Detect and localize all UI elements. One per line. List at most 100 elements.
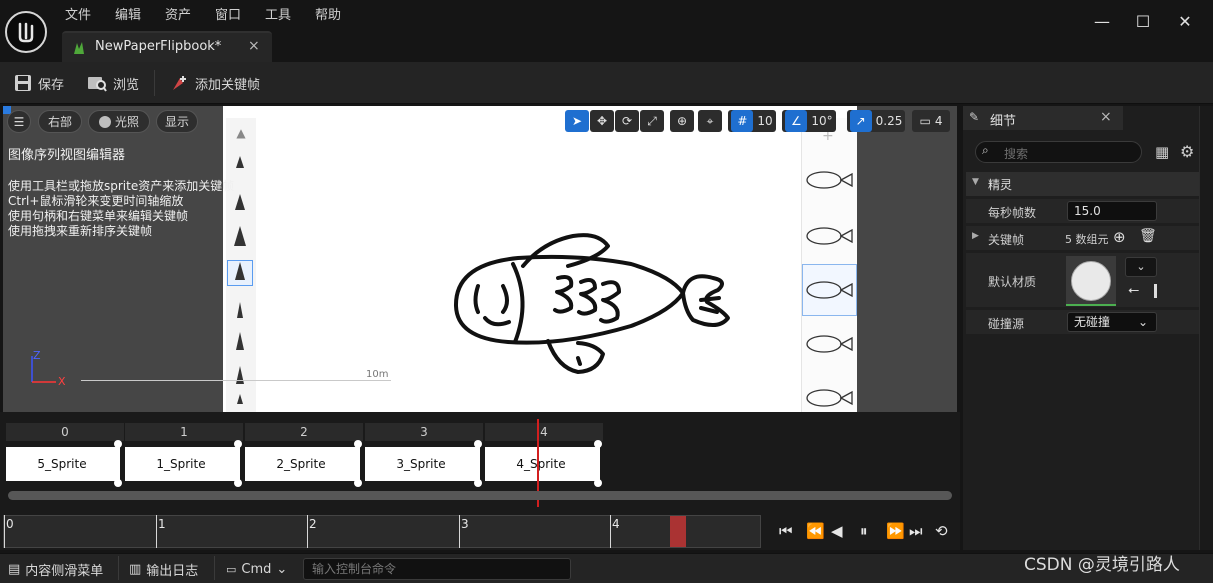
strip-up-arrow-icon: ▲ [236,126,246,140]
add-element-icon[interactable]: ⊕ [1113,228,1126,246]
keyframe-sprite[interactable]: 4_Sprite [485,447,597,481]
fps-input[interactable]: 15.0 [1067,201,1157,221]
axis-z-label: Z [33,349,41,362]
browse-button[interactable]: 浏览 [87,70,139,96]
viewport-title: 图像序列视图编辑器 [8,148,126,163]
expand-arrow-icon[interactable]: ▶ [972,231,979,241]
status-divider [214,556,215,580]
content-drawer-button[interactable]: ▤ 内容侧滑菜单 [8,558,103,580]
rotation-snap-button[interactable]: ∠ 10° [782,110,836,132]
maximize-button[interactable]: ☐ [1129,8,1157,34]
rotate-tool-button[interactable]: ⟳ [615,110,639,132]
rotate-icon: ⟳ [621,114,633,128]
jump-to-start-icon[interactable]: ⏮ [779,522,793,540]
browse-label: 浏览 [113,77,140,93]
menu-edit[interactable]: 编辑 [115,6,141,26]
grid-snap-value: 10 [757,114,773,128]
keyframe-sprite[interactable]: 2_Sprite [245,447,357,481]
use-selected-icon[interactable]: ⭠ [1128,282,1139,298]
loop-icon[interactable]: ⟲ [935,522,948,540]
keyframe-sprite[interactable]: 3_Sprite [365,447,477,481]
grid-icon: # [731,110,754,132]
keyframe-sprite[interactable]: 1_Sprite [125,447,237,481]
keyframe-resize-handle[interactable] [234,440,242,487]
play-reverse-icon[interactable]: ◀ [831,522,843,540]
table-view-icon[interactable]: ▦ [1155,143,1169,161]
sprite-strip-left[interactable]: ▲ [226,118,256,412]
surface-snap-button[interactable]: ⌖ [698,110,722,132]
ruler-tick [610,515,611,548]
console-command-input[interactable]: 输入控制台命令 [303,558,571,580]
scale-tool-button[interactable]: ⤢ [640,110,664,132]
view-right-button[interactable]: 右部 [38,110,82,133]
browse-asset-icon[interactable] [1154,284,1157,298]
scale-snap-icon: ↗ [849,110,872,132]
viewport-hint: Ctrl+鼠标滑轮来变更时间轴缩放 [8,194,184,208]
details-tab-close-icon[interactable]: × [1100,109,1112,125]
camera-speed-value: 4 [934,114,943,128]
delete-all-icon[interactable]: 🗑 [1139,228,1157,244]
translate-tool-button[interactable]: ✥ [590,110,614,132]
content-drawer-icon: ▤ [8,561,21,577]
details-tab[interactable]: ✎ 细节 × [963,106,1123,130]
document-tab-close-icon[interactable]: × [248,38,260,54]
viewport-canvas[interactable] [223,106,857,412]
pause-icon[interactable]: ⏸ [860,522,868,540]
keyframe-sprite[interactable]: 5_Sprite [6,447,118,481]
material-label: 默认材质 [988,275,1037,289]
ruler-label: 0 [6,517,14,531]
browse-icon [88,77,107,92]
menu-window[interactable]: 窗口 [215,6,241,26]
add-keyframe-button[interactable]: 添加关键帧 [171,70,260,96]
world-space-button[interactable]: ⊕ [670,110,694,132]
viewport-hint: 使用句柄和右键菜单来编辑关键帧 [8,209,189,223]
camera-speed-button[interactable]: ▭ 4 [912,110,950,132]
keyframe-resize-handle[interactable] [594,440,602,487]
show-button[interactable]: 显示 [156,110,198,133]
select-tool-button[interactable]: ➤ [565,110,589,132]
details-search-placeholder: 搜索 [1004,147,1029,161]
document-tab-label: NewPaperFlipbook* [95,39,222,54]
keyframe-resize-handle[interactable] [474,440,482,487]
grid-snap-button[interactable]: # 10 [728,110,776,132]
playhead-marker[interactable] [670,516,686,547]
ruler-tick [4,515,5,548]
scale-snap-button[interactable]: ↗ 0.25 [847,110,905,132]
viewport-menu-button[interactable]: ☰ [7,110,31,133]
details-search-input[interactable]: ⌕ 搜索 [975,141,1142,163]
sprite-strip-right[interactable]: + [801,118,857,412]
lit-mode-button[interactable]: 光照 [88,110,150,133]
details-pencil-icon: ✎ [969,110,980,124]
close-window-button[interactable]: ✕ [1171,8,1199,34]
document-tab[interactable]: NewPaperFlipbook* × [62,31,272,62]
unreal-logo[interactable] [5,11,47,53]
output-log-button[interactable]: ▥ 输出日志 [129,558,198,580]
scale-label: 10m [366,369,389,380]
save-button[interactable]: 保存 [14,70,64,96]
material-dropdown-icon[interactable]: ⌄ [1125,257,1157,277]
section-title: 精灵 [988,178,1013,192]
cmd-selector[interactable]: ▭ Cmd ⌄ [226,558,287,580]
material-thumbnail[interactable] [1066,256,1116,306]
menu-file[interactable]: 文件 [65,6,91,26]
keyframe-resize-handle[interactable] [114,440,122,487]
minimize-button[interactable]: — [1088,8,1116,34]
material-sphere [1071,261,1111,301]
view-right-label: 右部 [47,115,72,129]
menu-asset[interactable]: 资产 [165,6,191,26]
step-back-icon[interactable]: ⏪ [806,522,825,540]
menu-tools[interactable]: 工具 [265,6,291,26]
section-header-sprite[interactable]: ▼ 精灵 [966,172,1199,196]
jump-to-end-icon[interactable]: ⏭ [909,522,923,540]
details-scrollbar[interactable] [1199,106,1213,550]
step-forward-icon[interactable]: ⏩ [886,522,905,540]
time-ruler[interactable] [3,515,761,548]
menu-help[interactable]: 帮助 [315,6,341,26]
viewport-hint: 使用拖拽来重新排序关键帧 [8,224,153,238]
settings-gear-icon[interactable]: ⚙ [1180,142,1194,161]
ruler-tick [307,515,308,548]
timeline-scrollbar[interactable] [8,491,952,500]
keyframe-resize-handle[interactable] [354,440,362,487]
collision-dropdown[interactable]: 无碰撞 ⌄ [1067,312,1157,332]
ruler-label: 4 [612,517,620,531]
